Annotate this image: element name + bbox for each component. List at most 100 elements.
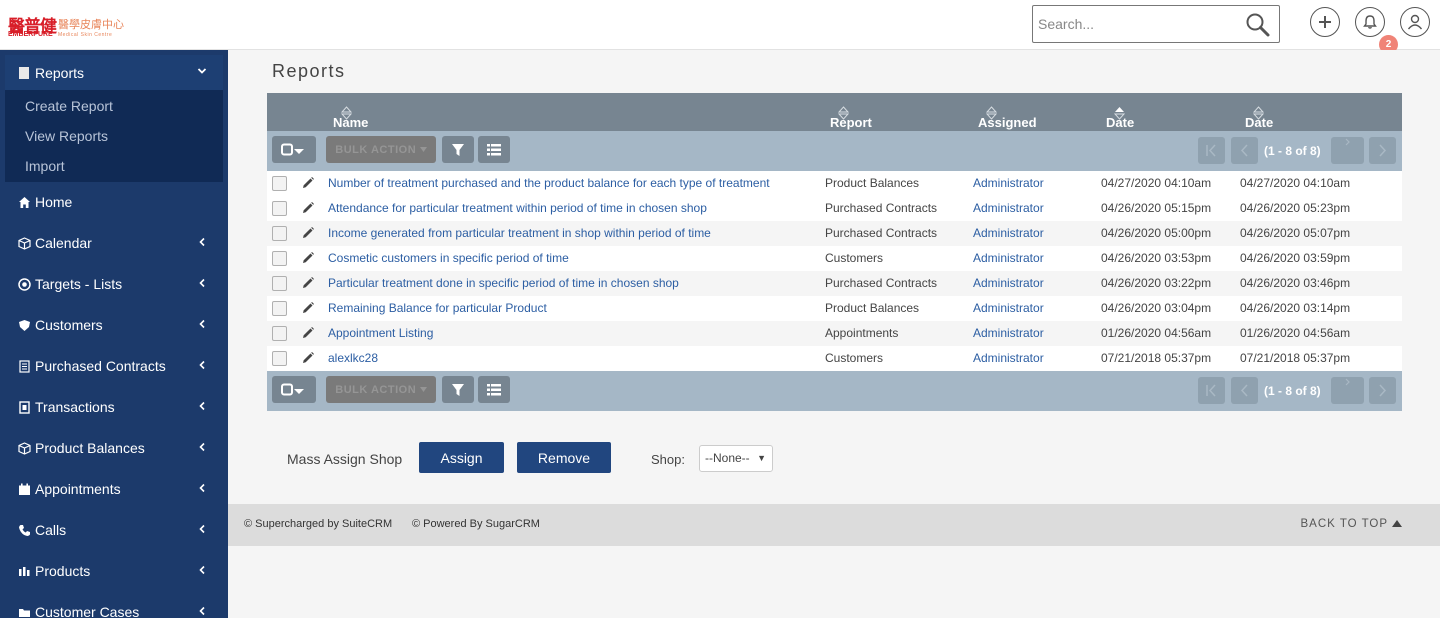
date-modified: 01/26/2020 04:56am xyxy=(1240,326,1351,340)
column-header-report-module[interactable]: Report Module xyxy=(830,104,876,145)
sidebar-item-product-balances[interactable]: Product Balances xyxy=(0,433,228,463)
report-name-link[interactable]: Particular treatment done in specific pe… xyxy=(328,276,679,290)
search-input[interactable] xyxy=(1038,14,1238,34)
first-page-button[interactable] xyxy=(1198,137,1225,164)
assign-button[interactable]: Assign xyxy=(419,442,504,473)
receipt-icon xyxy=(18,400,31,414)
row-checkbox[interactable] xyxy=(272,301,287,316)
row-checkbox[interactable] xyxy=(272,251,287,266)
column-header-assigned-to[interactable]: Assigned to xyxy=(978,104,1037,145)
user-icon xyxy=(1407,14,1423,30)
chevron-right-icon xyxy=(1345,138,1350,146)
date-modified: 04/26/2020 03:59pm xyxy=(1240,251,1351,265)
select-all-dropdown[interactable] xyxy=(272,136,316,163)
sugarcrm-credit-link[interactable]: © Powered By SugarCRM xyxy=(412,518,540,530)
next-page-button[interactable] xyxy=(1331,137,1364,164)
suitecrm-credit-link[interactable]: © Supercharged by SuiteCRM xyxy=(244,518,392,530)
edit-icon[interactable] xyxy=(301,251,315,265)
row-checkbox[interactable] xyxy=(272,351,287,366)
sidebar-item-customer-cases[interactable]: Customer Cases xyxy=(0,597,228,618)
column-chooser-button[interactable] xyxy=(478,136,510,163)
column-header-date-modified[interactable]: Date Modified xyxy=(1245,104,1298,145)
report-name-link[interactable]: Cosmetic customers in specific period of… xyxy=(328,251,569,265)
filter-button[interactable] xyxy=(442,136,474,163)
column-header-name[interactable]: Name xyxy=(333,104,368,130)
chevron-left-icon xyxy=(199,237,205,247)
edit-icon[interactable] xyxy=(301,276,315,290)
select-all-dropdown[interactable] xyxy=(272,376,316,403)
filter-button[interactable] xyxy=(442,376,474,403)
edit-icon[interactable] xyxy=(301,176,315,190)
assigned-user-link[interactable]: Administrator xyxy=(973,176,1044,190)
sidebar-subitem-view-reports[interactable]: View Reports xyxy=(25,128,108,144)
bulk-action-button[interactable]: BULK ACTION xyxy=(326,136,436,163)
sidebar-item-products[interactable]: Products xyxy=(0,556,228,586)
checkbox-dropdown-icon xyxy=(281,383,304,395)
column-chooser-button[interactable] xyxy=(478,376,510,403)
sidebar-item-transactions[interactable]: Transactions xyxy=(0,392,228,422)
assigned-user-link[interactable]: Administrator xyxy=(973,226,1044,240)
arrow-up-icon xyxy=(1392,520,1402,527)
report-name-link[interactable]: Remaining Balance for particular Product xyxy=(328,301,547,315)
sidebar-item-calendar[interactable]: Calendar xyxy=(0,228,228,258)
report-name-link[interactable]: alexlkc28 xyxy=(328,351,378,365)
sidebar-subitem-import[interactable]: Import xyxy=(25,158,65,174)
assigned-user-link[interactable]: Administrator xyxy=(973,326,1044,340)
notifications-button[interactable] xyxy=(1355,7,1385,37)
row-checkbox[interactable] xyxy=(272,276,287,291)
back-to-top-link[interactable]: BACK TO TOP xyxy=(1301,518,1402,530)
folder-icon xyxy=(18,606,31,618)
sidebar-item-calls[interactable]: Calls xyxy=(0,515,228,545)
sidebar-item-home[interactable]: Home xyxy=(0,187,228,217)
page-title: Reports xyxy=(272,61,346,81)
assigned-user-link[interactable]: Administrator xyxy=(973,251,1044,265)
last-page-button[interactable] xyxy=(1369,377,1396,404)
sidebar-item-customers[interactable]: Customers xyxy=(0,310,228,340)
edit-icon[interactable] xyxy=(301,201,315,215)
row-checkbox[interactable] xyxy=(272,326,287,341)
shop-select-value: --None-- xyxy=(705,451,750,465)
shield-icon xyxy=(18,319,31,332)
logo-cn-sub: 醫學皮膚中心 xyxy=(58,18,124,31)
search-box xyxy=(1032,5,1280,43)
row-checkbox[interactable] xyxy=(272,201,287,216)
bulk-action-button[interactable]: BULK ACTION xyxy=(326,376,436,403)
sidebar-item-label: Home xyxy=(35,194,73,210)
footer: © Supercharged by SuiteCRM © Powered By … xyxy=(228,504,1440,546)
user-menu-button[interactable] xyxy=(1400,7,1430,37)
report-name-link[interactable]: Number of treatment purchased and the pr… xyxy=(328,176,770,190)
assigned-user-link[interactable]: Administrator xyxy=(973,351,1044,365)
first-page-button[interactable] xyxy=(1198,377,1225,404)
search-icon[interactable] xyxy=(1245,12,1271,38)
row-checkbox[interactable] xyxy=(272,176,287,191)
assigned-user-link[interactable]: Administrator xyxy=(973,201,1044,215)
report-name-link[interactable]: Attendance for particular treatment with… xyxy=(328,201,707,215)
sidebar-item-appointments[interactable]: Appointments xyxy=(0,474,228,504)
company-logo[interactable]: 醫普健 醫學皮膚中心 EMBERPURE Medical Skin Centre xyxy=(8,12,128,42)
edit-icon[interactable] xyxy=(301,301,315,315)
previous-page-button[interactable] xyxy=(1231,137,1258,164)
sidebar-item-targets-lists[interactable]: Targets - Lists xyxy=(0,269,228,299)
edit-icon[interactable] xyxy=(301,351,315,365)
column-header-date-created[interactable]: Date Created xyxy=(1106,104,1154,145)
assigned-user-link[interactable]: Administrator xyxy=(973,301,1044,315)
table-row: Remaining Balance for particular Product… xyxy=(267,296,1402,321)
sidebar-section-reports[interactable]: Reports xyxy=(5,55,223,90)
sidebar-subitem-create-report[interactable]: Create Report xyxy=(25,98,113,114)
edit-icon[interactable] xyxy=(301,326,315,340)
report-name-link[interactable]: Appointment Listing xyxy=(328,326,433,340)
remove-button[interactable]: Remove xyxy=(517,442,611,473)
edit-icon[interactable] xyxy=(301,226,315,240)
report-module: Purchased Contracts xyxy=(825,276,938,290)
shop-select[interactable]: --None-- ▼ xyxy=(699,445,773,472)
sidebar-item-purchased-contracts[interactable]: Purchased Contracts xyxy=(0,351,228,381)
next-page-button[interactable] xyxy=(1331,377,1364,404)
create-button[interactable] xyxy=(1310,7,1340,37)
assigned-user-link[interactable]: Administrator xyxy=(973,276,1044,290)
report-name-link[interactable]: Income generated from particular treatme… xyxy=(328,226,711,240)
chevron-left-icon xyxy=(199,278,205,288)
row-checkbox[interactable] xyxy=(272,226,287,241)
previous-page-button[interactable] xyxy=(1231,377,1258,404)
chevron-left-icon xyxy=(199,606,205,616)
last-page-button[interactable] xyxy=(1369,137,1396,164)
